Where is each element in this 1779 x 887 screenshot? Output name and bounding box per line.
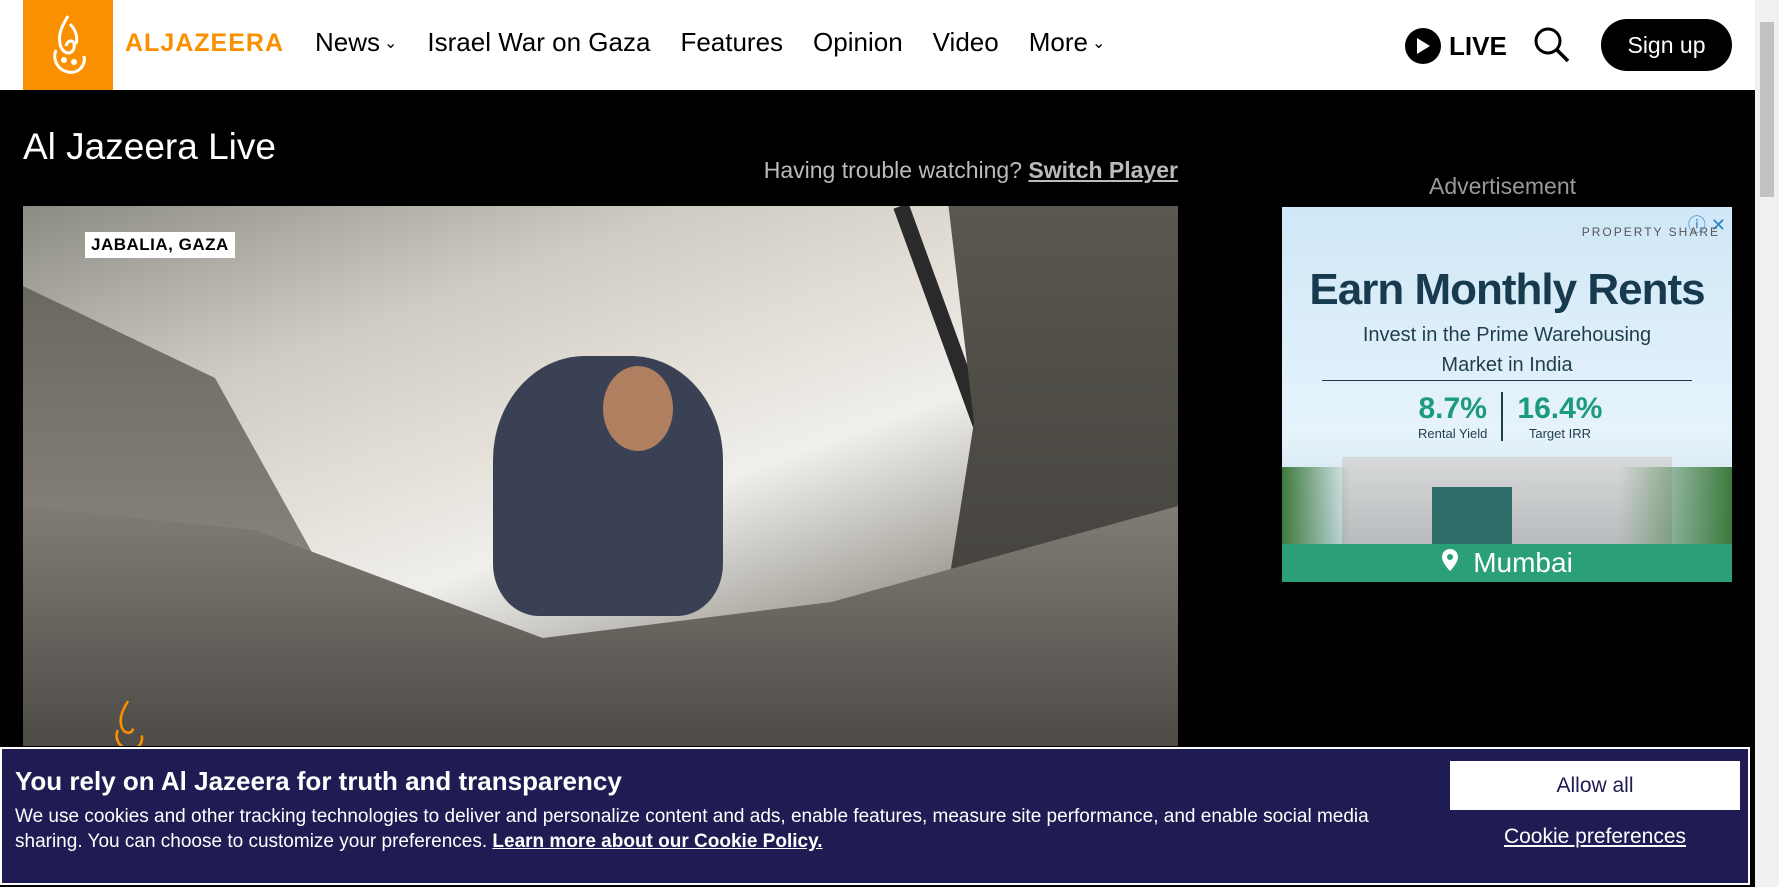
ad-location-bar: Mumbai [1282, 544, 1732, 582]
player-help-text: Having trouble watching? [763, 157, 1023, 183]
video-frame-person-head [603, 366, 673, 451]
location-pin-icon [1441, 547, 1459, 579]
page-title: Al Jazeera Live [23, 126, 276, 167]
search-icon[interactable] [1533, 26, 1571, 69]
live-link[interactable]: LIVE [1405, 28, 1507, 64]
ad-stat: 8.7% Rental Yield [1404, 392, 1501, 441]
chevron-down-icon: ⌄ [1091, 34, 1106, 52]
ad-headline: Earn Monthly Rents [1309, 265, 1705, 314]
nav-item-video[interactable]: Video [933, 27, 999, 58]
aljazeera-logo-icon[interactable] [23, 0, 113, 90]
cookie-preferences-link[interactable]: Cookie preferences [1450, 825, 1740, 849]
ad-stat-value: 16.4% [1517, 392, 1603, 425]
nav-item-israel-war-on-gaza[interactable]: Israel War on Gaza [427, 27, 650, 58]
nav-item-label: Video [932, 27, 999, 57]
player-help: Having trouble watching? Switch Player [764, 157, 1178, 184]
main-nav: News ⌄ Israel War on Gaza Features Opinio… [315, 27, 1135, 58]
aljazeera-watermark-icon [103, 696, 153, 746]
nav-item-label: Israel War on Gaza [427, 27, 651, 57]
switch-player-link[interactable]: Switch Player [1028, 157, 1178, 183]
cookie-banner: You rely on Al Jazeera for truth and tra… [0, 747, 1750, 885]
ad-stat-label: Rental Yield [1418, 426, 1488, 441]
advertisement-banner[interactable]: ⓘ ✕ PROPERTY SHARE Earn Monthly Rents In… [1282, 207, 1732, 582]
ad-stat: 16.4% Target IRR [1501, 392, 1616, 441]
live-label: LIVE [1449, 30, 1507, 61]
signup-button[interactable]: Sign up [1601, 19, 1732, 71]
nav-item-label: Opinion [813, 27, 903, 57]
play-icon [1405, 28, 1441, 64]
nav-item-label: Features [680, 27, 784, 57]
video-location-label: JABALIA, GAZA [85, 232, 235, 258]
cookie-policy-link[interactable]: Learn more about our Cookie Policy. [492, 831, 822, 852]
nav-item-label: News [315, 27, 381, 57]
ad-stats: 8.7% Rental Yield 16.4% Target IRR [1404, 392, 1616, 441]
nav-item-label: More [1028, 27, 1088, 57]
chevron-down-icon: ⌄ [384, 34, 398, 52]
ad-divider [1322, 380, 1692, 381]
ad-brand: PROPERTY SHARE [1581, 225, 1720, 239]
ad-stat-value: 8.7% [1418, 392, 1487, 425]
ad-trees-image [1282, 467, 1732, 549]
cookie-title: You rely on Al Jazeera for truth and tra… [15, 766, 622, 796]
logo-wordmark[interactable]: ALJAZEERA [125, 29, 284, 58]
ad-subline-1: Invest in the Prime Warehousing [1362, 324, 1652, 346]
nav-item-features[interactable]: Features [680, 27, 783, 58]
nav-item-news[interactable]: News ⌄ [315, 27, 397, 58]
ad-subline: Invest in the Prime Warehousing Market i… [1282, 320, 1732, 380]
nav-item-opinion[interactable]: Opinion [813, 27, 903, 58]
nav-item-more[interactable]: More ⌄ [1029, 27, 1106, 58]
ad-subline-2: Market in India [1441, 354, 1573, 376]
site-header: ALJAZEERA News ⌄ Israel War on Gaza Featu… [0, 0, 1755, 90]
advertisement-label: Advertisement [1429, 173, 1577, 199]
allow-all-button[interactable]: Allow all [1450, 761, 1740, 810]
ad-stat-label: Target IRR [1528, 426, 1591, 441]
cookie-text: We use cookies and other tracking techno… [15, 804, 1375, 854]
ad-city: Mumbai [1473, 547, 1573, 578]
video-player[interactable]: JABALIA, GAZA [23, 206, 1178, 746]
scrollbar-thumb[interactable] [1760, 22, 1774, 197]
